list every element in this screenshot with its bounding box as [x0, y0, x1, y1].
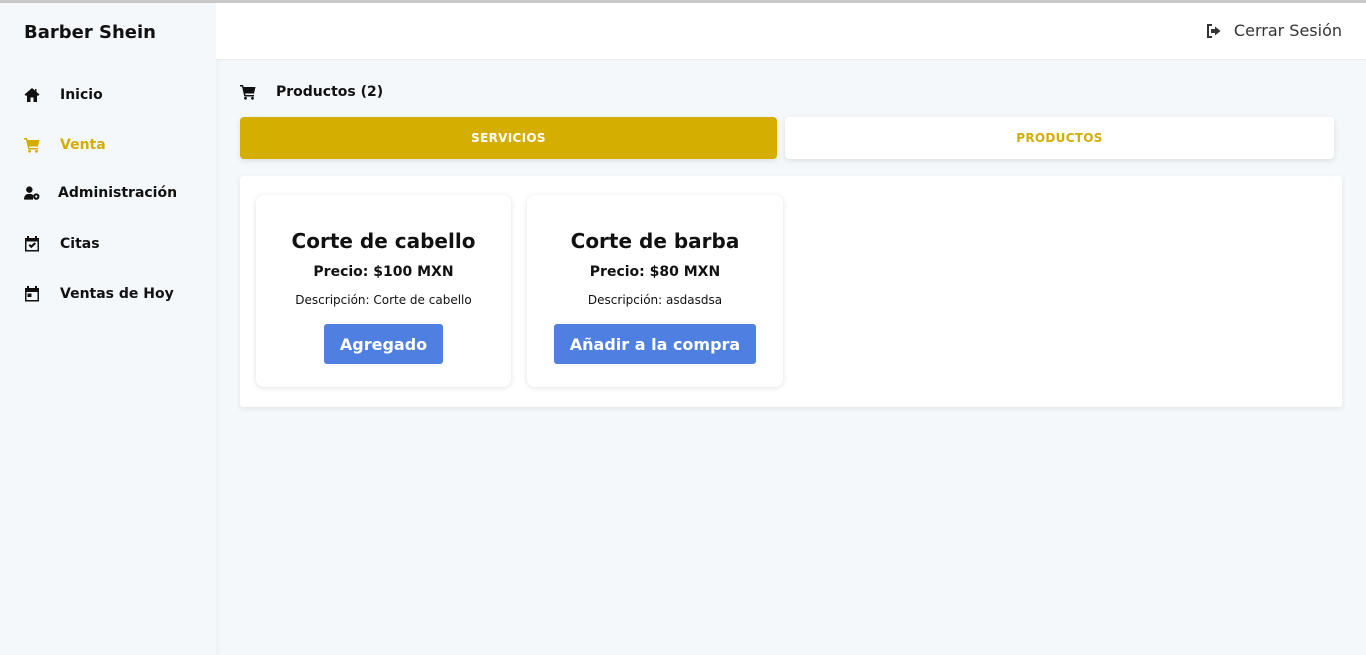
- cart-label: Productos (2): [276, 84, 384, 100]
- sign-out-icon: [1206, 23, 1221, 38]
- card-title: Corte de cabello: [291, 229, 476, 253]
- added-button[interactable]: Agregado: [323, 324, 444, 364]
- logout-button[interactable]: Cerrar Sesión: [1206, 21, 1342, 40]
- sidebar-item-venta[interactable]: Venta: [24, 137, 106, 153]
- brand-title: Barber Shein: [24, 22, 156, 43]
- tab-servicios[interactable]: SERVICIOS: [240, 117, 777, 159]
- cart-icon: [240, 85, 256, 100]
- top-header: Cerrar Sesión: [216, 3, 1366, 60]
- card-title: Corte de barba: [570, 229, 740, 253]
- home-icon: [24, 87, 40, 103]
- logout-label: Cerrar Sesión: [1233, 21, 1342, 40]
- sidebar-item-citas[interactable]: Citas: [24, 236, 100, 252]
- add-to-cart-button[interactable]: Añadir a la compra: [553, 324, 757, 364]
- sidebar-item-inicio[interactable]: Inicio: [24, 87, 103, 103]
- cart-summary: Productos (2): [240, 84, 383, 100]
- sidebar-item-label: Venta: [60, 137, 106, 153]
- card-description: Descripción: Corte de cabello: [295, 293, 472, 307]
- card-price: Precio: $80 MXN: [589, 264, 721, 280]
- sidebar-item-label: Administración: [58, 185, 178, 201]
- sidebar-item-label: Citas: [60, 236, 100, 252]
- sidebar-item-ventas-de-hoy[interactable]: Ventas de Hoy: [24, 286, 174, 302]
- sidebar: Barber Shein Inicio Venta Administración…: [0, 3, 216, 655]
- sidebar-item-label: Inicio: [60, 87, 103, 103]
- service-card: Corte de barba Precio: $80 MXN Descripci…: [527, 195, 783, 387]
- card-price: Precio: $100 MXN: [313, 264, 454, 280]
- user-cog-icon: [24, 185, 40, 201]
- cart-icon: [24, 137, 40, 153]
- tab-productos[interactable]: PRODUCTOS: [785, 117, 1334, 159]
- sidebar-item-label: Ventas de Hoy: [60, 286, 174, 302]
- sidebar-item-administracion[interactable]: Administración: [24, 185, 177, 201]
- service-card: Corte de cabello Precio: $100 MXN Descri…: [256, 195, 511, 387]
- calendar-icon: [24, 286, 40, 302]
- card-description: Descripción: asdasdsa: [587, 293, 723, 307]
- calendar-check-icon: [24, 236, 40, 252]
